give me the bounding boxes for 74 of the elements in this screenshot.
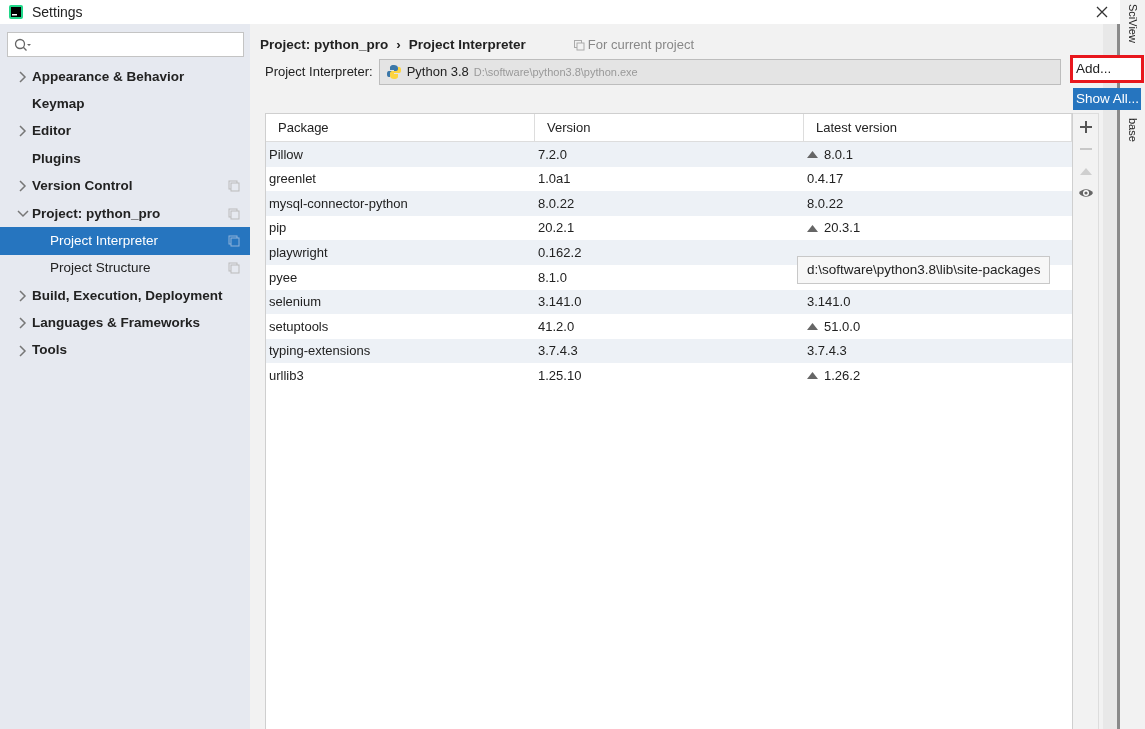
search-field[interactable]: [7, 32, 244, 57]
upgrade-arrow-icon: [807, 149, 818, 159]
table-cell-text: 1.25.10: [537, 366, 583, 385]
table-cell-text: 1.0a1: [537, 170, 572, 189]
table-cell-text: urllib3: [268, 366, 305, 385]
column-header[interactable]: Version: [535, 114, 804, 141]
table-cell-text: 0.162.2: [537, 243, 583, 262]
add-icon[interactable]: [1078, 120, 1093, 134]
table-cell-text: 3.7.4.3: [807, 342, 847, 361]
table-row[interactable]: mysql-connector-python 8.0.22 8.0.22: [266, 191, 1072, 216]
table-cell-text: pyee: [268, 268, 299, 287]
sidebar-item[interactable]: Project Interpreter: [0, 227, 250, 255]
table-row[interactable]: setuptools 41.2.0 51.0.0: [266, 314, 1072, 339]
sidebar-item[interactable]: Project: python_pro: [0, 199, 250, 228]
sidebar-item[interactable]: Tools: [0, 336, 250, 365]
table-cell-text: selenium: [268, 293, 323, 312]
sidebar-item[interactable]: Editor: [0, 117, 250, 146]
sidebar-item[interactable]: Version Control: [0, 172, 250, 200]
scope-note: For current project: [587, 36, 694, 55]
table-cell-text: pip: [268, 219, 288, 238]
upgrade-arrow-icon: [807, 321, 818, 331]
table-cell-text: 20.2.1: [537, 219, 576, 238]
table-cell-text: 3.141.0: [807, 293, 851, 312]
column-header[interactable]: Latest version: [804, 114, 1072, 141]
sidebar-item[interactable]: Keymap: [0, 90, 250, 118]
table-cell-text: typing-extensions: [268, 342, 372, 361]
table-cell-text: 8.1.0: [537, 268, 568, 287]
table-row[interactable]: pip 20.2.1 20.3.1: [266, 215, 1072, 241]
table-cell-text: 1.26.2: [824, 366, 861, 385]
table-cell-text: playwright: [268, 243, 329, 262]
table-row[interactable]: urllib3 1.25.10 1.26.2: [266, 363, 1072, 388]
table-cell-text: greenlet: [268, 170, 317, 189]
python-icon: [385, 64, 402, 80]
table-row[interactable]: typing-extensions 3.7.4.3 3.7.4.3: [266, 338, 1072, 364]
table-cell-text: 51.0.0: [824, 317, 861, 336]
breadcrumb-separator: ›: [396, 35, 401, 54]
side-tab[interactable]: base: [1124, 117, 1141, 142]
app-icon: [8, 4, 24, 20]
table-cell-text: 8.0.22: [807, 194, 844, 213]
table-cell-text: Pillow: [268, 145, 304, 164]
upgrade-arrow-icon: [807, 371, 818, 381]
table-cell-text: 7.2.0: [537, 145, 568, 164]
column-header[interactable]: Package: [266, 114, 535, 141]
table-cell-text: 3.7.4.3: [537, 342, 579, 361]
sidebar-item[interactable]: Plugins: [0, 145, 250, 173]
breadcrumb-item: Project: python_pro: [260, 35, 389, 54]
eye-icon[interactable]: [1077, 186, 1094, 200]
table-row[interactable]: selenium 3.141.0 3.141.0: [266, 289, 1072, 315]
table-cell-text: 41.2.0: [537, 317, 576, 336]
table-cell-text: 0.4.17: [807, 170, 844, 189]
field-label: Project Interpreter:: [265, 63, 373, 82]
table-cell-text: 8.0.1: [824, 145, 853, 164]
table-row[interactable]: Pillow 7.2.0 8.0.1: [266, 142, 1072, 167]
window-title: Settings: [32, 2, 83, 22]
menu-item[interactable]: Show All...: [1073, 88, 1141, 110]
table-cell-text: mysql-connector-python: [268, 194, 409, 213]
table-cell-text: 8.0.22: [537, 194, 576, 213]
close-icon[interactable]: [1096, 6, 1108, 18]
table-cell-text: 3.141.0: [537, 293, 583, 312]
sidebar-item[interactable]: Appearance & Behavior: [0, 63, 250, 91]
table-cell-text: setuptools: [268, 317, 330, 336]
breadcrumb-item: Project Interpreter: [408, 35, 526, 54]
table-cell-text: 20.3.1: [824, 219, 861, 238]
sidebar-item[interactable]: Build, Execution, Deployment: [0, 282, 250, 310]
tooltip: d:\software\python3.8\lib\site-packages: [797, 256, 1051, 285]
side-tab[interactable]: SciView: [1124, 4, 1141, 43]
sidebar-item[interactable]: Languages & Frameworks: [0, 309, 250, 337]
interpreter-dropdown[interactable]: Python 3.8 D:\software\python3.8\python.exe: [378, 59, 1061, 85]
table-row[interactable]: greenlet 1.0a1 0.4.17: [266, 166, 1072, 192]
copy-icon: [573, 39, 585, 51]
sidebar-item[interactable]: Project Structure: [0, 254, 250, 283]
search-icon: [14, 37, 32, 52]
upgrade-arrow-icon: [807, 223, 818, 233]
menu-item[interactable]: Add...: [1073, 58, 1141, 80]
